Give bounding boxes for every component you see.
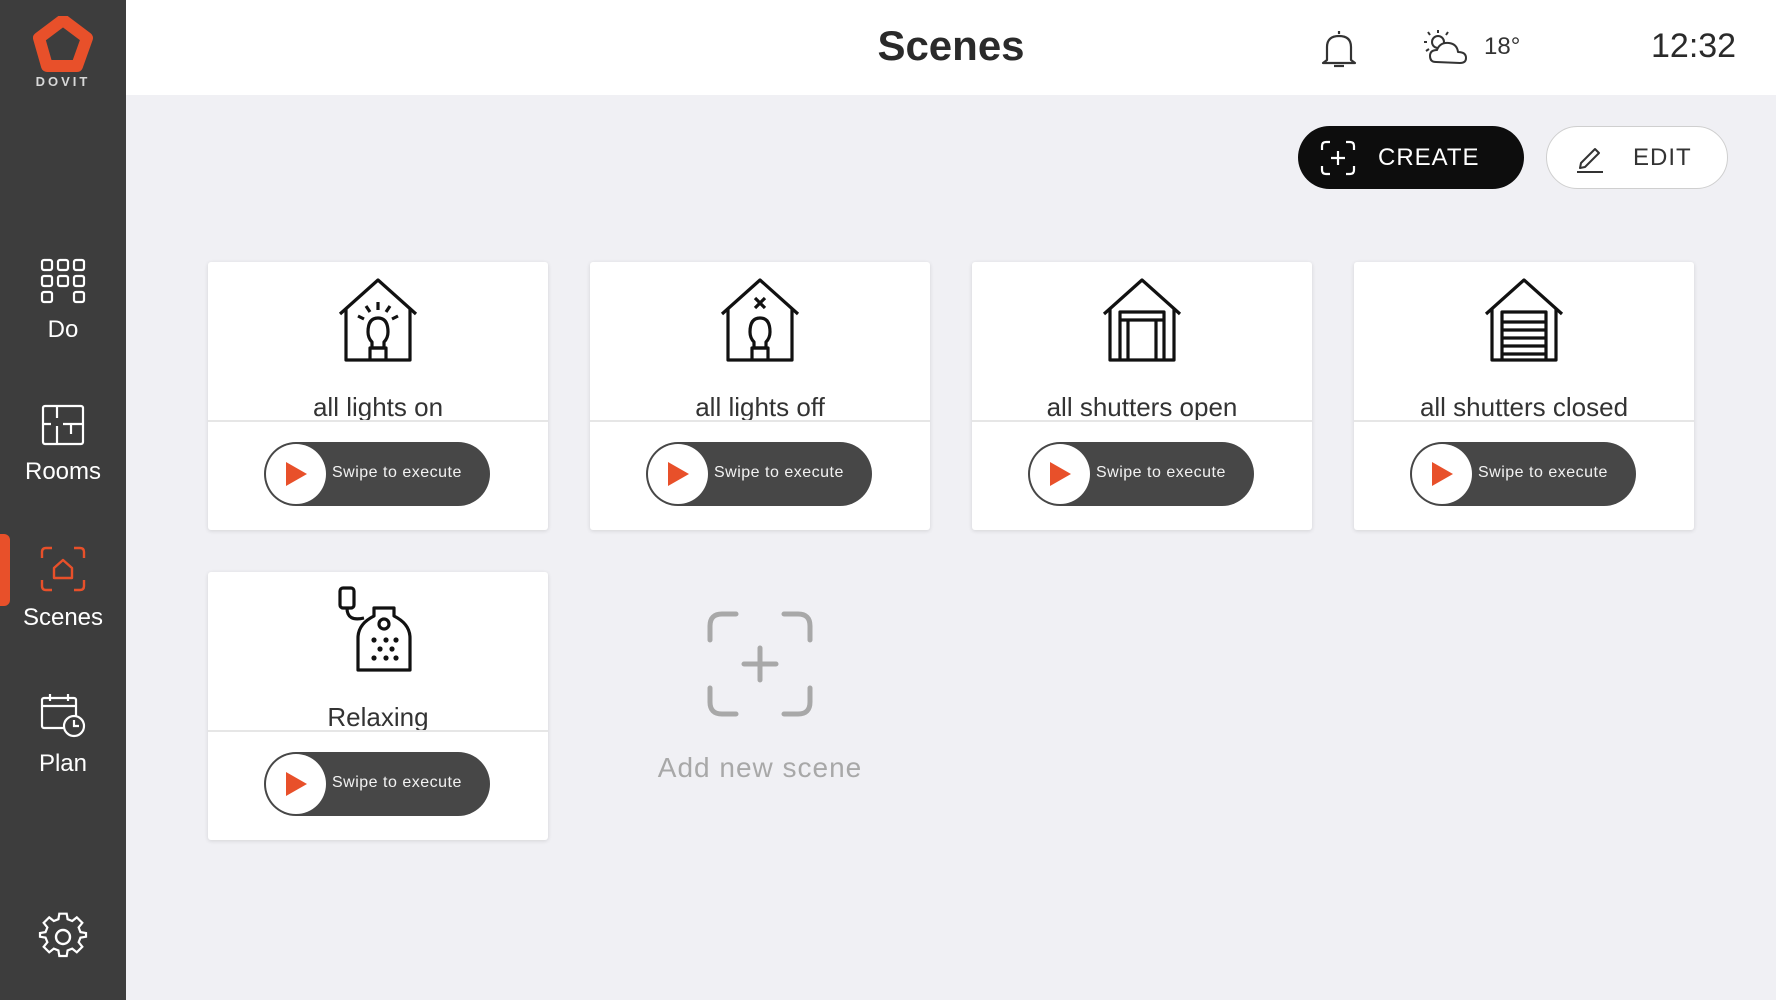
temperature: 18° <box>1484 33 1521 60</box>
swipe-label: Swipe to execute <box>332 774 462 791</box>
sidebar: DOVIT Do Rooms Scenes Plan <box>0 0 126 1000</box>
swipe-to-execute-slider[interactable]: Swipe to execute <box>264 752 490 816</box>
swipe-knob[interactable] <box>1030 444 1090 504</box>
sidebar-item-scenes[interactable]: Scenes <box>0 546 126 656</box>
top-bar: Scenes 18° 12:32 <box>126 0 1776 95</box>
play-icon <box>668 462 689 486</box>
swipe-knob[interactable] <box>266 754 326 814</box>
partly-cloudy-icon <box>1424 30 1467 64</box>
swipe-label: Swipe to execute <box>1478 464 1608 481</box>
scene-card-all-lights-on[interactable]: all lights on Swipe to execute <box>208 262 548 530</box>
swipe-knob[interactable] <box>266 444 326 504</box>
play-icon <box>1050 462 1071 486</box>
settings-button[interactable] <box>38 912 88 962</box>
scene-name: all lights off <box>695 392 825 422</box>
notifications-button[interactable] <box>1320 28 1358 70</box>
card-divider <box>208 730 548 732</box>
dovit-logo-icon <box>33 16 93 72</box>
brand-logo: DOVIT <box>0 16 126 100</box>
page-title: Scenes <box>877 22 1025 69</box>
scene-name: Relaxing <box>327 702 429 732</box>
sidebar-item-label: Do <box>47 316 79 343</box>
grid-icon <box>40 258 86 304</box>
house-light-on-icon <box>338 278 418 362</box>
scene-card-all-shutters-open[interactable]: all shutters open Swipe to execute <box>972 262 1312 530</box>
swipe-label: Swipe to execute <box>1096 464 1226 481</box>
add-new-scene-label: Add new scene <box>657 752 863 783</box>
scene-name: all shutters open <box>1046 392 1238 422</box>
card-divider <box>1354 420 1694 422</box>
sidebar-item-label: Rooms <box>24 458 102 485</box>
shutter-open-icon <box>1102 278 1182 362</box>
scenes-icon <box>40 546 86 592</box>
add-frame-icon <box>707 611 813 717</box>
house-light-off-icon <box>720 278 800 362</box>
brand-name: DOVIT <box>35 74 91 89</box>
edit-scenes-button[interactable]: EDIT <box>1546 126 1728 189</box>
sidebar-item-label: Scenes <box>22 604 104 631</box>
bell-icon <box>1321 31 1357 68</box>
app-root: DOVIT Do Rooms Scenes Plan Scenes 18° 12… <box>0 0 1776 1000</box>
play-icon <box>286 462 307 486</box>
card-divider <box>590 420 930 422</box>
swipe-label: Swipe to execute <box>332 464 462 481</box>
scene-card-all-shutters-closed[interactable]: all shutters closed Swipe to execute <box>1354 262 1694 530</box>
add-frame-icon <box>1320 140 1356 175</box>
sidebar-item-rooms[interactable]: Rooms <box>0 404 126 514</box>
sidebar-item-label: Plan <box>38 750 88 777</box>
scene-card-relaxing[interactable]: Relaxing Swipe to execute <box>208 572 548 840</box>
play-icon <box>286 772 307 796</box>
scene-name: all shutters closed <box>1419 392 1629 422</box>
scene-card-all-lights-off[interactable]: all lights off Swipe to execute <box>590 262 930 530</box>
swipe-to-execute-slider[interactable]: Swipe to execute <box>264 442 490 506</box>
card-divider <box>208 420 548 422</box>
shutter-closed-icon <box>1484 278 1564 362</box>
scene-name: all lights on <box>312 392 444 422</box>
play-icon <box>1432 462 1453 486</box>
pencil-icon <box>1577 147 1603 173</box>
swipe-knob[interactable] <box>1412 444 1472 504</box>
sidebar-item-do[interactable]: Do <box>0 258 126 368</box>
relax-tag-icon <box>338 586 412 672</box>
add-new-scene-button[interactable]: Add new scene <box>630 610 890 790</box>
swipe-label: Swipe to execute <box>714 464 844 481</box>
floorplan-icon <box>41 404 85 446</box>
swipe-knob[interactable] <box>648 444 708 504</box>
swipe-to-execute-slider[interactable]: Swipe to execute <box>646 442 872 506</box>
create-label: CREATE <box>1378 143 1480 171</box>
calendar-clock-icon <box>40 694 86 738</box>
swipe-to-execute-slider[interactable]: Swipe to execute <box>1410 442 1636 506</box>
clock: 12:32 <box>1651 27 1737 65</box>
create-scene-button[interactable]: CREATE <box>1298 126 1524 189</box>
sidebar-item-plan[interactable]: Plan <box>0 692 126 802</box>
edit-label: EDIT <box>1633 143 1692 171</box>
swipe-to-execute-slider[interactable]: Swipe to execute <box>1028 442 1254 506</box>
card-divider <box>972 420 1312 422</box>
gear-icon <box>38 912 88 958</box>
